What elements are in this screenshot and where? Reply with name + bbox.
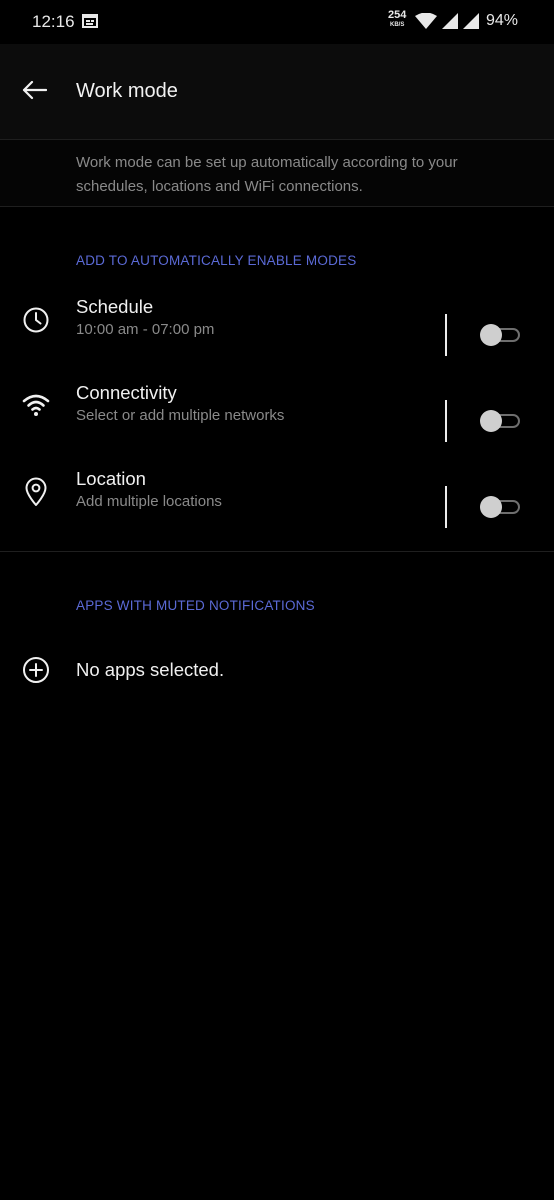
no-apps-label: No apps selected. <box>76 659 225 680</box>
wifi-icon <box>20 389 52 421</box>
page-title: Work mode <box>76 80 178 102</box>
section-divider <box>0 551 554 552</box>
arrow-back-icon <box>21 80 48 105</box>
network-speed: 254 KB/S <box>388 9 407 30</box>
add-muted-app-row[interactable]: No apps selected. <box>0 640 554 700</box>
section-header-auto-modes: ADD TO AUTOMATICALLY ENABLE MODES <box>76 253 357 268</box>
signal-icon <box>442 13 458 34</box>
status-bar: 12:16 254 KB/S 94% <box>0 0 554 44</box>
battery-level: 94% <box>486 12 519 29</box>
connectivity-row[interactable]: Connectivity Select or add multiple netw… <box>0 378 554 464</box>
row-divider <box>445 314 447 356</box>
add-circle-icon[interactable] <box>20 654 52 686</box>
section-header-muted-apps: APPS WITH MUTED NOTIFICATIONS <box>76 598 315 613</box>
network-speed-unit: KB/S <box>390 22 405 28</box>
schedule-subtitle: 10:00 am - 07:00 pm <box>76 321 215 338</box>
status-time: 12:16 <box>32 12 75 31</box>
description-panel: Work mode can be set up automatically ac… <box>0 140 554 207</box>
notification-icon <box>82 14 98 33</box>
clock-icon <box>20 304 52 336</box>
location-subtitle: Add multiple locations <box>76 493 222 510</box>
description-text: Work mode can be set up automatically ac… <box>76 154 458 195</box>
schedule-row[interactable]: Schedule 10:00 am - 07:00 pm <box>0 292 554 378</box>
row-divider <box>445 486 447 528</box>
location-pin-icon <box>20 476 52 508</box>
app-bar: Work mode <box>0 44 554 140</box>
schedule-title: Schedule <box>76 296 154 317</box>
work-mode-screen: 12:16 254 KB/S 94% Work mode Work mode c… <box>0 0 554 1200</box>
network-speed-value: 254 <box>388 9 407 21</box>
location-title: Location <box>76 468 146 489</box>
connectivity-subtitle: Select or add multiple networks <box>76 407 285 424</box>
back-button[interactable] <box>14 72 54 112</box>
connectivity-title: Connectivity <box>76 382 177 403</box>
connectivity-toggle[interactable] <box>480 408 522 434</box>
toggle-thumb <box>480 410 502 432</box>
location-toggle[interactable] <box>480 494 522 520</box>
schedule-toggle[interactable] <box>480 322 522 348</box>
row-divider <box>445 400 447 442</box>
toggle-thumb <box>480 496 502 518</box>
toggle-thumb <box>480 324 502 346</box>
wifi-icon <box>415 12 437 34</box>
signal-icon <box>463 13 479 34</box>
location-row[interactable]: Location Add multiple locations <box>0 464 554 550</box>
